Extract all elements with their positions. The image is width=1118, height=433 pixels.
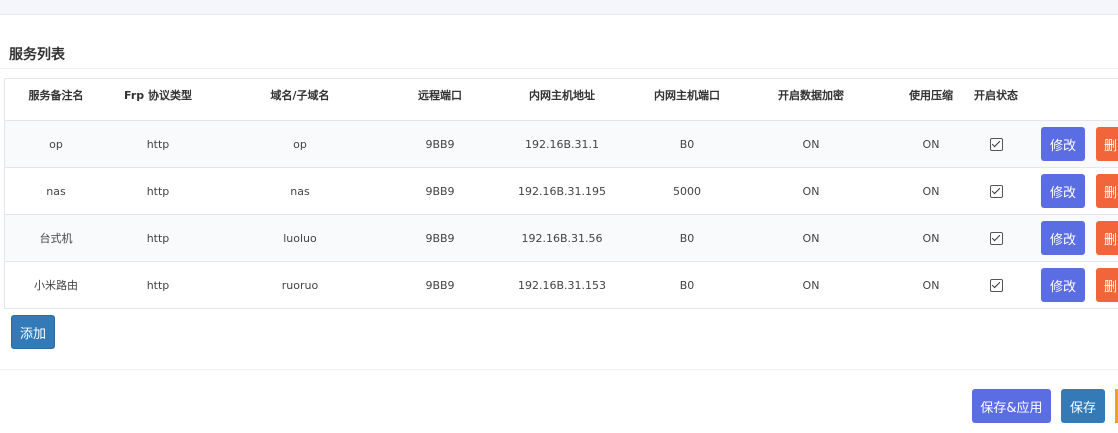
add-button[interactable]: 添加: [11, 315, 55, 349]
cell-name: nas: [46, 184, 66, 198]
cell-host: 192.16B.31.1: [524, 137, 600, 151]
cell-host-port: B0: [679, 137, 695, 151]
enabled-cell: [979, 121, 1013, 167]
services-table: 服务备注名 Frp 协议类型 域名/子域名 远程端口 内网主机地址 内网主机端口…: [4, 78, 1118, 309]
cell-domain: luoluo: [283, 231, 317, 245]
edit-button[interactable]: 修改: [1041, 221, 1085, 255]
cell-protocol: http: [146, 137, 170, 151]
table-header-row: 服务备注名 Frp 协议类型 域名/子域名 远程端口 内网主机地址 内网主机端口…: [5, 79, 1118, 121]
column-header: 远程端口: [418, 89, 462, 102]
cell-host: 192.16B.31.56: [521, 231, 603, 245]
column-header: 使用压缩: [909, 89, 953, 102]
column-header: 开启数据加密: [778, 89, 844, 102]
edit-button[interactable]: 修改: [1041, 268, 1085, 302]
column-header: 内网主机地址: [529, 89, 595, 102]
column-header: Frp 协议类型: [124, 89, 192, 102]
cell-host-port: B0: [679, 278, 695, 292]
cell-name: 台式机: [39, 232, 73, 245]
cell-compress: ON: [922, 137, 940, 151]
cell-name: op: [49, 137, 63, 151]
delete-button[interactable]: 删: [1096, 221, 1118, 255]
delete-button[interactable]: 删: [1096, 127, 1118, 161]
cell-encrypt: ON: [802, 184, 820, 198]
cell-host-port: B0: [679, 231, 695, 245]
edit-button[interactable]: 修改: [1041, 174, 1085, 208]
save-apply-button[interactable]: 保存&应用: [972, 389, 1051, 423]
enabled-cell: [979, 262, 1013, 308]
enabled-checkbox[interactable]: [989, 137, 1003, 151]
cell-host: 192.16B.31.195: [517, 184, 607, 198]
cell-remote-port: 9BB9: [425, 137, 455, 151]
cell-protocol: http: [146, 278, 170, 292]
column-header: 内网主机端口: [654, 89, 720, 102]
top-bar: [0, 0, 1118, 15]
cell-remote-port: 9BB9: [425, 278, 455, 292]
enabled-checkbox[interactable]: [989, 231, 1003, 245]
divider: [0, 369, 1118, 370]
spacer: [0, 15, 1118, 25]
cell-protocol: http: [146, 231, 170, 245]
cell-encrypt: ON: [802, 137, 820, 151]
column-header: 开启状态: [974, 89, 1018, 102]
cell-domain: nas: [290, 184, 310, 198]
cell-host-port: 5000: [673, 184, 701, 198]
cell-host: 192.16B.31.153: [517, 278, 607, 292]
table-row: 台式机 http luoluo 9BB9 192.16B.31.56 B0 ON…: [5, 215, 1118, 262]
enabled-cell: [979, 215, 1013, 261]
section-title: 服务列表: [9, 47, 65, 63]
table-row: nas http nas 9BB9 192.16B.31.195 5000 ON…: [5, 168, 1118, 215]
cell-encrypt: ON: [802, 231, 820, 245]
save-button[interactable]: 保存: [1061, 389, 1105, 423]
delete-button[interactable]: 删: [1096, 268, 1118, 302]
enabled-checkbox[interactable]: [989, 184, 1003, 198]
edit-button[interactable]: 修改: [1041, 127, 1085, 161]
cell-name: 小米路由: [34, 279, 78, 292]
cell-remote-port: 9BB9: [425, 184, 455, 198]
cell-compress: ON: [922, 278, 940, 292]
cell-domain: op: [293, 137, 307, 151]
delete-button[interactable]: 删: [1096, 174, 1118, 208]
column-header: 服务备注名: [28, 89, 84, 102]
cell-compress: ON: [922, 184, 940, 198]
cell-remote-port: 9BB9: [425, 231, 455, 245]
table-row: 小米路由 http ruoruo 9BB9 192.16B.31.153 B0 …: [5, 262, 1118, 309]
cell-encrypt: ON: [802, 278, 820, 292]
table-row: op http op 9BB9 192.16B.31.1 B0 ON ON 修改…: [5, 121, 1118, 168]
column-header: 域名/子域名: [270, 89, 330, 102]
cell-compress: ON: [922, 231, 940, 245]
divider: [0, 68, 1118, 69]
cell-domain: ruoruo: [281, 278, 319, 292]
enabled-checkbox[interactable]: [989, 278, 1003, 292]
cell-protocol: http: [146, 184, 170, 198]
enabled-cell: [979, 168, 1013, 214]
